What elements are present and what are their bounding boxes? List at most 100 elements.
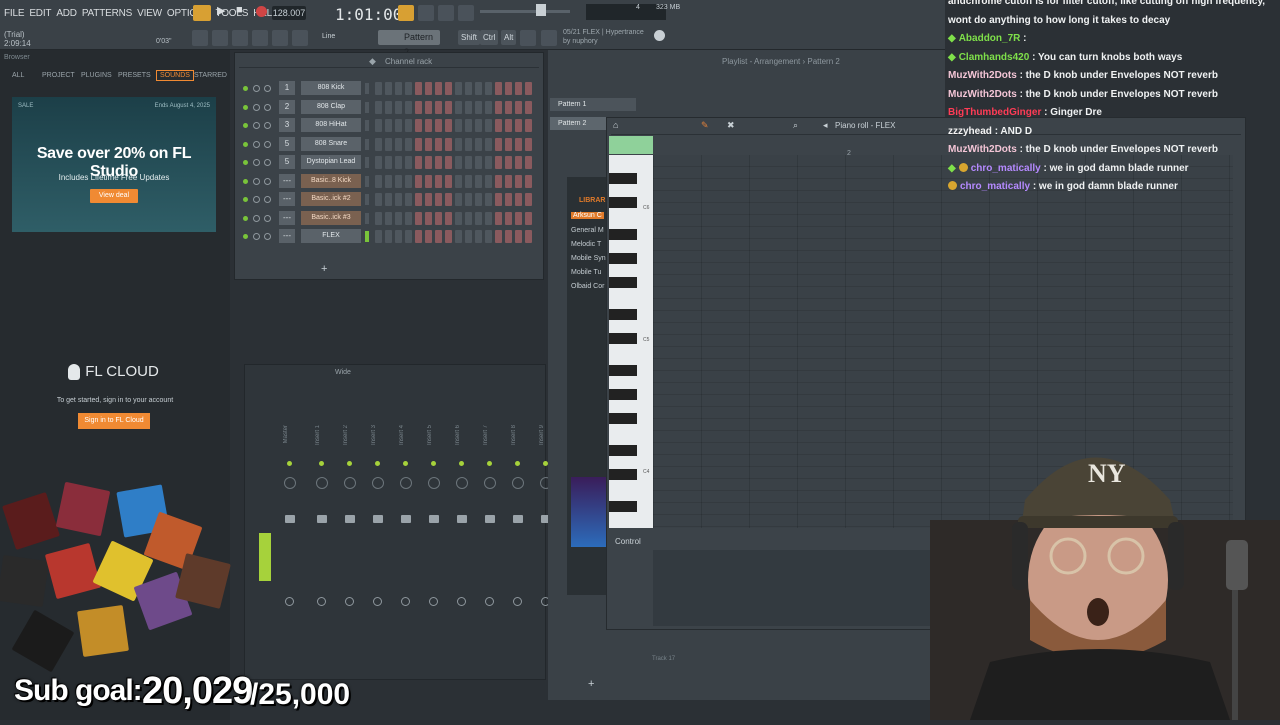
step-button[interactable]	[495, 230, 502, 243]
chat-username[interactable]: MuzWith2Dots	[948, 144, 1017, 155]
step-button[interactable]	[405, 119, 412, 132]
step-button[interactable]	[525, 82, 532, 95]
step-button[interactable]	[455, 100, 462, 114]
record-icon[interactable]	[256, 6, 267, 17]
step-button[interactable]	[415, 193, 422, 206]
channel-mixer-track[interactable]: ---	[279, 210, 295, 225]
step-button[interactable]	[405, 100, 412, 114]
step-button[interactable]	[485, 100, 492, 114]
step-button[interactable]	[395, 230, 402, 243]
step-button[interactable]	[385, 119, 392, 132]
channel-led[interactable]	[243, 86, 248, 91]
library-item[interactable]: Arksun C	[571, 212, 604, 219]
menu-edit[interactable]: EDIT	[29, 8, 51, 19]
channel-volume-knob[interactable]	[264, 214, 271, 222]
step-button[interactable]	[505, 211, 512, 225]
zoom-icon[interactable]: ⌕	[793, 120, 798, 131]
mixer-track-led[interactable]	[375, 461, 380, 466]
step-button[interactable]	[465, 100, 472, 114]
channel-row[interactable]: 2 808 Clap	[241, 99, 537, 116]
channel-pan-knob[interactable]	[253, 122, 260, 129]
mixer-send-knob[interactable]	[513, 597, 522, 606]
mixer-send-knob[interactable]	[429, 597, 438, 606]
step-button[interactable]	[435, 211, 442, 225]
step-button[interactable]	[385, 156, 392, 169]
black-key[interactable]	[609, 333, 637, 344]
play-icon[interactable]: ▶	[217, 4, 225, 17]
step-button[interactable]	[415, 100, 422, 114]
step-button[interactable]	[525, 230, 532, 243]
view-deal-button[interactable]: View deal	[90, 189, 138, 203]
channel-select[interactable]	[365, 83, 369, 94]
shift-button[interactable]: Shift	[458, 30, 481, 45]
time-display[interactable]: 1:01:00	[335, 5, 402, 24]
library-item[interactable]: Mobile Tu	[571, 269, 601, 276]
step-button[interactable]	[475, 211, 482, 225]
channel-led[interactable]	[243, 178, 248, 184]
channel-pan-knob[interactable]	[253, 233, 260, 240]
channel-select[interactable]	[365, 194, 369, 205]
step-button[interactable]	[435, 174, 442, 188]
channel-mixer-track[interactable]: 5	[279, 136, 295, 151]
step-button[interactable]	[445, 193, 452, 206]
blend-icon[interactable]	[458, 5, 474, 21]
pencil-icon[interactable]: ✎	[701, 120, 709, 131]
chat-username[interactable]: andchrome	[948, 0, 1002, 7]
step-button[interactable]	[425, 211, 432, 225]
mixer-view-mode[interactable]: Wide	[335, 369, 351, 376]
snap-icon[interactable]	[192, 30, 208, 46]
channel-row[interactable]: --- Basic..8 Kick	[241, 173, 537, 190]
step-button[interactable]	[505, 193, 512, 206]
step-button[interactable]	[395, 156, 402, 169]
step-button[interactable]	[375, 119, 382, 132]
channel-volume-knob[interactable]	[264, 122, 271, 129]
mixer-track[interactable]: Insert 3	[367, 385, 389, 675]
mixer-send-knob[interactable]	[345, 597, 354, 606]
step-button[interactable]	[495, 156, 502, 169]
step-button[interactable]	[495, 211, 502, 225]
step-button[interactable]	[455, 137, 462, 151]
black-key[interactable]	[609, 253, 637, 264]
step-button[interactable]	[425, 174, 432, 188]
channel-mixer-track[interactable]: 3	[279, 118, 295, 132]
step-button[interactable]	[515, 174, 522, 188]
black-key[interactable]	[609, 389, 637, 400]
step-button[interactable]	[435, 230, 442, 243]
step-button[interactable]	[475, 82, 482, 95]
channel-select[interactable]	[365, 101, 369, 113]
mixer-send-knob[interactable]	[317, 597, 326, 606]
mixer-fader[interactable]	[429, 515, 439, 523]
step-button[interactable]	[475, 100, 482, 114]
step-button[interactable]	[525, 119, 532, 132]
channel-led[interactable]	[243, 104, 248, 110]
mixer-fader[interactable]	[401, 515, 411, 523]
black-key[interactable]	[609, 309, 637, 320]
step-button[interactable]	[445, 100, 452, 114]
step-button[interactable]	[405, 156, 412, 169]
mixer-track[interactable]: Master	[279, 385, 301, 675]
channel-led[interactable]	[243, 197, 248, 202]
step-button[interactable]	[505, 230, 512, 243]
step-button[interactable]	[495, 137, 502, 151]
step-button[interactable]	[495, 119, 502, 132]
step-button[interactable]	[475, 230, 482, 243]
piano-keys[interactable]: C6 C5 C4	[609, 155, 653, 528]
sign-in-button[interactable]: Sign in to FL Cloud	[78, 413, 150, 429]
tab-sounds[interactable]: SOUNDS	[156, 70, 194, 81]
step-button[interactable]	[415, 230, 422, 243]
mixer-pan-knob[interactable]	[316, 477, 328, 489]
channel-mixer-track[interactable]: ---	[279, 173, 295, 188]
step-button[interactable]	[375, 156, 382, 169]
mixer-send-knob[interactable]	[485, 597, 494, 606]
step-button[interactable]	[525, 156, 532, 169]
channel-name[interactable]: 808 Kick	[301, 81, 361, 95]
tab-starred[interactable]: STARRED	[194, 72, 227, 79]
step-button[interactable]	[485, 137, 492, 151]
step-button[interactable]	[395, 193, 402, 206]
step-button[interactable]	[435, 193, 442, 206]
mixer-fader[interactable]	[317, 515, 327, 523]
step-button[interactable]	[385, 193, 392, 206]
step-button[interactable]	[395, 211, 402, 225]
mixer-pan-knob[interactable]	[484, 477, 496, 489]
step-button[interactable]	[515, 193, 522, 206]
